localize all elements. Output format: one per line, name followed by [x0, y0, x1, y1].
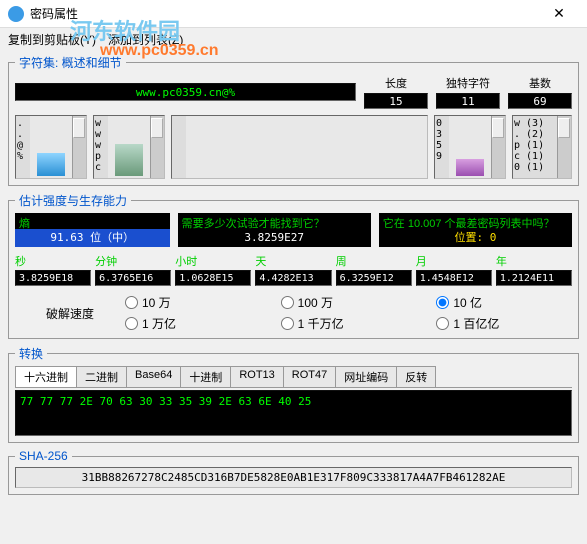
sha-value[interactable]: 31BB88267278C2485CD316B7DE5828E0AB1E317F…	[15, 467, 572, 488]
tab-hex[interactable]: 十六进制	[15, 366, 77, 387]
month-label: 月	[416, 253, 492, 269]
tab-bin[interactable]: 二进制	[76, 366, 127, 387]
hr-label: 小时	[175, 253, 251, 269]
day-value: 4.4282E13	[255, 270, 331, 286]
bar-freq: w (3) . (2) p (1) c (1) 0 (1)	[512, 115, 572, 179]
app-icon	[8, 6, 24, 22]
speed-radio-1b[interactable]: 10 亿	[436, 294, 572, 311]
speed-radio-100k[interactable]: 10 万	[125, 294, 261, 311]
password-display: www.pc0359.cn@%	[15, 83, 356, 101]
speed-label: 破解速度	[15, 305, 125, 322]
sha-legend: SHA-256	[15, 449, 72, 463]
week-value: 6.3259E12	[336, 270, 412, 286]
speed-radio-1t[interactable]: 1 万亿	[125, 315, 261, 332]
entropy-label: 熵	[15, 213, 170, 229]
convert-tabs: 十六进制 二进制 Base64 十进制 ROT13 ROT47 网址编码 反转	[15, 366, 572, 388]
speed-radio-1m[interactable]: 100 万	[281, 294, 417, 311]
attempts-label: 需要多少次试验才能找到它？	[178, 213, 371, 229]
titlebar: 密码属性 ✕	[0, 0, 587, 28]
bar-symbols: . . @ %	[15, 115, 87, 179]
bar-chars: w w w p c	[94, 116, 108, 178]
month-value: 1.4548E12	[416, 270, 492, 286]
tab-rot47[interactable]: ROT47	[283, 366, 336, 387]
convert-group: 转换 十六进制 二进制 Base64 十进制 ROT13 ROT47 网址编码 …	[8, 345, 579, 443]
scrollbar[interactable]	[491, 116, 505, 178]
sec-label: 秒	[15, 253, 91, 269]
speed-radio-1q[interactable]: 1 千万亿	[281, 315, 417, 332]
day-label: 天	[255, 253, 331, 269]
convert-output[interactable]: 77 77 77 2E 70 63 30 33 35 39 2E 63 6E 4…	[15, 390, 572, 436]
attempts-value: 3.8259E27	[178, 229, 371, 247]
tab-dec[interactable]: 十进制	[180, 366, 231, 387]
speed-radio-100q[interactable]: 1 百亿亿	[436, 315, 572, 332]
length-value: 15	[364, 93, 428, 109]
rank-value: 位置: 0	[379, 229, 572, 247]
sec-value: 3.8259E18	[15, 270, 91, 286]
length-label: 长度	[364, 75, 428, 91]
base-value: 69	[508, 93, 572, 109]
bar-chars: 0 3 5 9	[435, 116, 449, 178]
charset-legend: 字符集: 概述和细节	[15, 54, 126, 71]
bar-chars: w (3) . (2) p (1) c (1) 0 (1)	[513, 116, 557, 178]
window-title: 密码属性	[30, 5, 539, 22]
charset-bars: . . @ % w w w p c 0 3 5 9 w (3) . (2) p …	[15, 115, 572, 179]
scrollbar[interactable]	[150, 116, 164, 178]
strength-group: 估计强度与生存能力 熵 91.63 位（中） 需要多少次试验才能找到它？ 3.8…	[8, 192, 579, 339]
close-button[interactable]: ✕	[539, 5, 579, 22]
bar-upper	[171, 115, 428, 179]
charset-group: 字符集: 概述和细节 www.pc0359.cn@% 长度 15 独特字符 11…	[8, 54, 579, 186]
convert-legend: 转换	[15, 345, 47, 362]
bar-chars	[172, 116, 186, 178]
hr-value: 1.0628E15	[175, 270, 251, 286]
menu-add[interactable]: 添加到列表(Z)	[108, 31, 183, 48]
scrollbar[interactable]	[557, 116, 571, 178]
year-value: 1.2124E11	[496, 270, 572, 286]
tab-url[interactable]: 网址编码	[335, 366, 397, 387]
tab-base64[interactable]: Base64	[126, 366, 181, 387]
unique-label: 独特字符	[436, 75, 500, 91]
year-label: 年	[496, 253, 572, 269]
scrollbar[interactable]	[72, 116, 86, 178]
sha-group: SHA-256 31BB88267278C2485CD316B7DE5828E0…	[8, 449, 579, 495]
bar-lower: w w w p c	[93, 115, 165, 179]
menu-copy[interactable]: 复制到剪贴板(Y)	[8, 31, 96, 48]
unique-value: 11	[436, 93, 500, 109]
min-value: 6.3765E16	[95, 270, 171, 286]
base-label: 基数	[508, 75, 572, 91]
strength-legend: 估计强度与生存能力	[15, 192, 131, 209]
week-label: 周	[336, 253, 412, 269]
menubar: 复制到剪贴板(Y) 添加到列表(Z)	[0, 28, 587, 50]
rank-label: 它在 10.007 个最差密码列表中吗？	[379, 213, 572, 229]
tab-rot13[interactable]: ROT13	[230, 366, 283, 387]
bar-digits: 0 3 5 9	[434, 115, 506, 179]
min-label: 分钟	[95, 253, 171, 269]
bar-chars: . . @ %	[16, 116, 30, 178]
entropy-value: 91.63 位（中）	[15, 229, 170, 247]
tab-rev[interactable]: 反转	[396, 366, 436, 387]
